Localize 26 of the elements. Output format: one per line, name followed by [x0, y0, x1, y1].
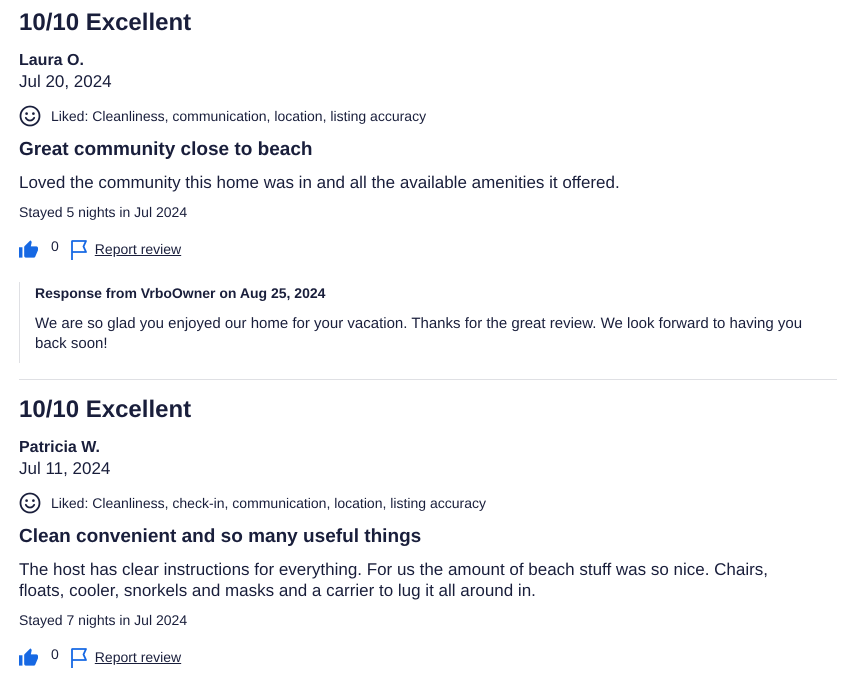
thumbs-up-icon[interactable]	[19, 648, 38, 666]
response-heading: Response from VrboOwner on Aug 25, 2024	[35, 284, 326, 303]
review-date: Jul 11, 2024	[19, 458, 110, 480]
review-rating: 10/10 Excellent	[19, 395, 192, 425]
liked-aspects: Liked: Cleanliness, communication, location, listing accuracy	[51, 107, 426, 126]
report-review-link[interactable]: Report review	[70, 646, 182, 668]
helpful-count: 0	[51, 645, 59, 664]
stay-info: Stayed 5 nights in Jul 2024	[19, 203, 188, 222]
flag-icon	[70, 238, 88, 260]
smiley-face-icon	[19, 492, 41, 514]
thumbs-up-icon[interactable]	[19, 240, 38, 258]
reviewer-name: Laura O.	[19, 51, 84, 71]
flag-icon	[70, 646, 88, 668]
review-text: The host has clear instructions for everything. For us the amount of beach stuff was so nice. Chairs, floats, cooler, snorkels and masks and a carrier to lug it all around in.	[19, 559, 769, 601]
review-text: Loved the community this home was in and all the available amenities it offered.	[19, 172, 620, 193]
response-text: We are so glad you enjoyed our home for your vacation. Thanks for the great review. We look forward to having you back soon!	[35, 314, 804, 354]
helpful-count: 0	[51, 237, 59, 256]
liked-aspects: Liked: Cleanliness, check-in, communication, location, listing accuracy	[51, 494, 486, 513]
stay-info: Stayed 7 nights in Jul 2024	[19, 611, 188, 630]
review-title: Clean convenient and so many useful things	[19, 525, 422, 549]
review-rating: 10/10 Excellent	[19, 8, 192, 38]
report-review-link[interactable]: Report review	[70, 238, 182, 260]
review-date: Jul 20, 2024	[19, 71, 112, 93]
review-title: Great community close to beach	[19, 138, 313, 162]
smiley-face-icon	[19, 105, 41, 127]
reviewer-name: Patricia W.	[19, 438, 100, 458]
